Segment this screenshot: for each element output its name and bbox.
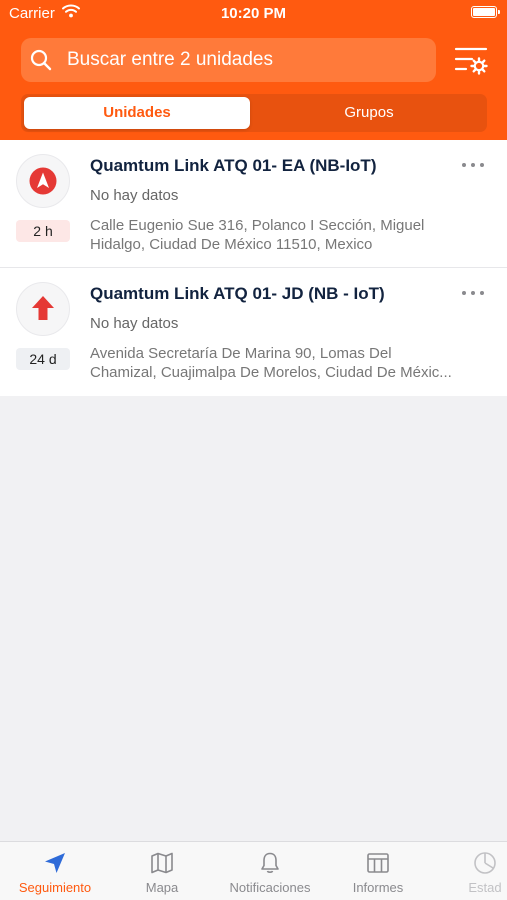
tab-label: Seguimiento	[18, 880, 92, 895]
unit-avatar	[16, 282, 70, 336]
clock-label: 10:20 PM	[220, 5, 287, 22]
bottom-tab-bar: Seguimiento Mapa Notificaciones Informes…	[0, 841, 507, 900]
unit-name: Quamtum Link ATQ 01- EA (NB-IoT)	[90, 156, 377, 175]
status-bar: Carrier 10:20 PM	[0, 0, 507, 28]
last-update-badge: 2 h	[16, 220, 70, 242]
segmented-control: Unidades Grupos	[21, 94, 487, 132]
unit-address: Calle Eugenio Sue 316, Polanco I Sección…	[90, 216, 495, 254]
units-list: 2 h Quamtum Link ATQ 01- EA (NB-IoT) No …	[0, 140, 507, 396]
more-options-button[interactable]	[460, 158, 486, 172]
unit-status: No hay datos	[90, 315, 179, 332]
search-icon	[30, 49, 52, 76]
unit-address: Avenida Secretaría De Marina 90, Lomas D…	[90, 344, 495, 382]
unit-avatar	[16, 154, 70, 208]
tab-estadisticas[interactable]: Estad	[442, 842, 507, 900]
tab-label: Notificaciones	[229, 880, 311, 895]
app-header: Carrier 10:20 PM Buscar entre 2 unidades…	[0, 0, 507, 140]
unit-row[interactable]: 2 h Quamtum Link ATQ 01- EA (NB-IoT) No …	[0, 140, 507, 268]
reports-table-icon	[365, 850, 391, 879]
search-bar[interactable]	[21, 38, 436, 82]
battery-icon	[471, 6, 500, 18]
segment-grupos[interactable]: Grupos	[254, 97, 484, 129]
unit-address-line: Chamizal, Cuajimalpa De Morelos, Ciudad …	[90, 364, 452, 381]
bell-icon	[257, 850, 283, 879]
tab-informes[interactable]: Informes	[326, 842, 430, 900]
filter-settings-icon	[454, 47, 488, 75]
unit-address-line: Calle Eugenio Sue 316, Polanco I Sección…	[90, 217, 425, 234]
segment-unidades[interactable]: Unidades	[24, 97, 250, 129]
map-icon	[149, 850, 175, 879]
filter-settings-button[interactable]	[452, 44, 490, 78]
last-update-badge: 24 d	[16, 348, 70, 370]
unit-row[interactable]: 24 d Quamtum Link ATQ 01- JD (NB - IoT) …	[0, 268, 507, 396]
direction-arrow-up-icon	[32, 296, 54, 320]
tab-notificaciones[interactable]: Notificaciones	[214, 842, 326, 900]
pie-chart-icon	[472, 850, 498, 879]
tab-label: Informes	[352, 880, 404, 895]
tab-label: Mapa	[145, 880, 179, 895]
unit-name: Quamtum Link ATQ 01- JD (NB - IoT)	[90, 284, 385, 303]
tab-mapa[interactable]: Mapa	[110, 842, 214, 900]
unit-address-line: Avenida Secretaría De Marina 90, Lomas D…	[90, 345, 392, 362]
moving-direction-icon	[29, 167, 57, 195]
tab-label: Estad	[468, 880, 502, 895]
tab-seguimiento[interactable]: Seguimiento	[0, 842, 110, 900]
unit-status: No hay datos	[90, 187, 179, 204]
unit-address-line: Hidalgo, Ciudad De México 11510, Mexico	[90, 236, 373, 253]
search-input[interactable]	[67, 38, 427, 82]
navigation-arrow-icon	[42, 850, 68, 879]
more-options-button[interactable]	[460, 286, 486, 300]
